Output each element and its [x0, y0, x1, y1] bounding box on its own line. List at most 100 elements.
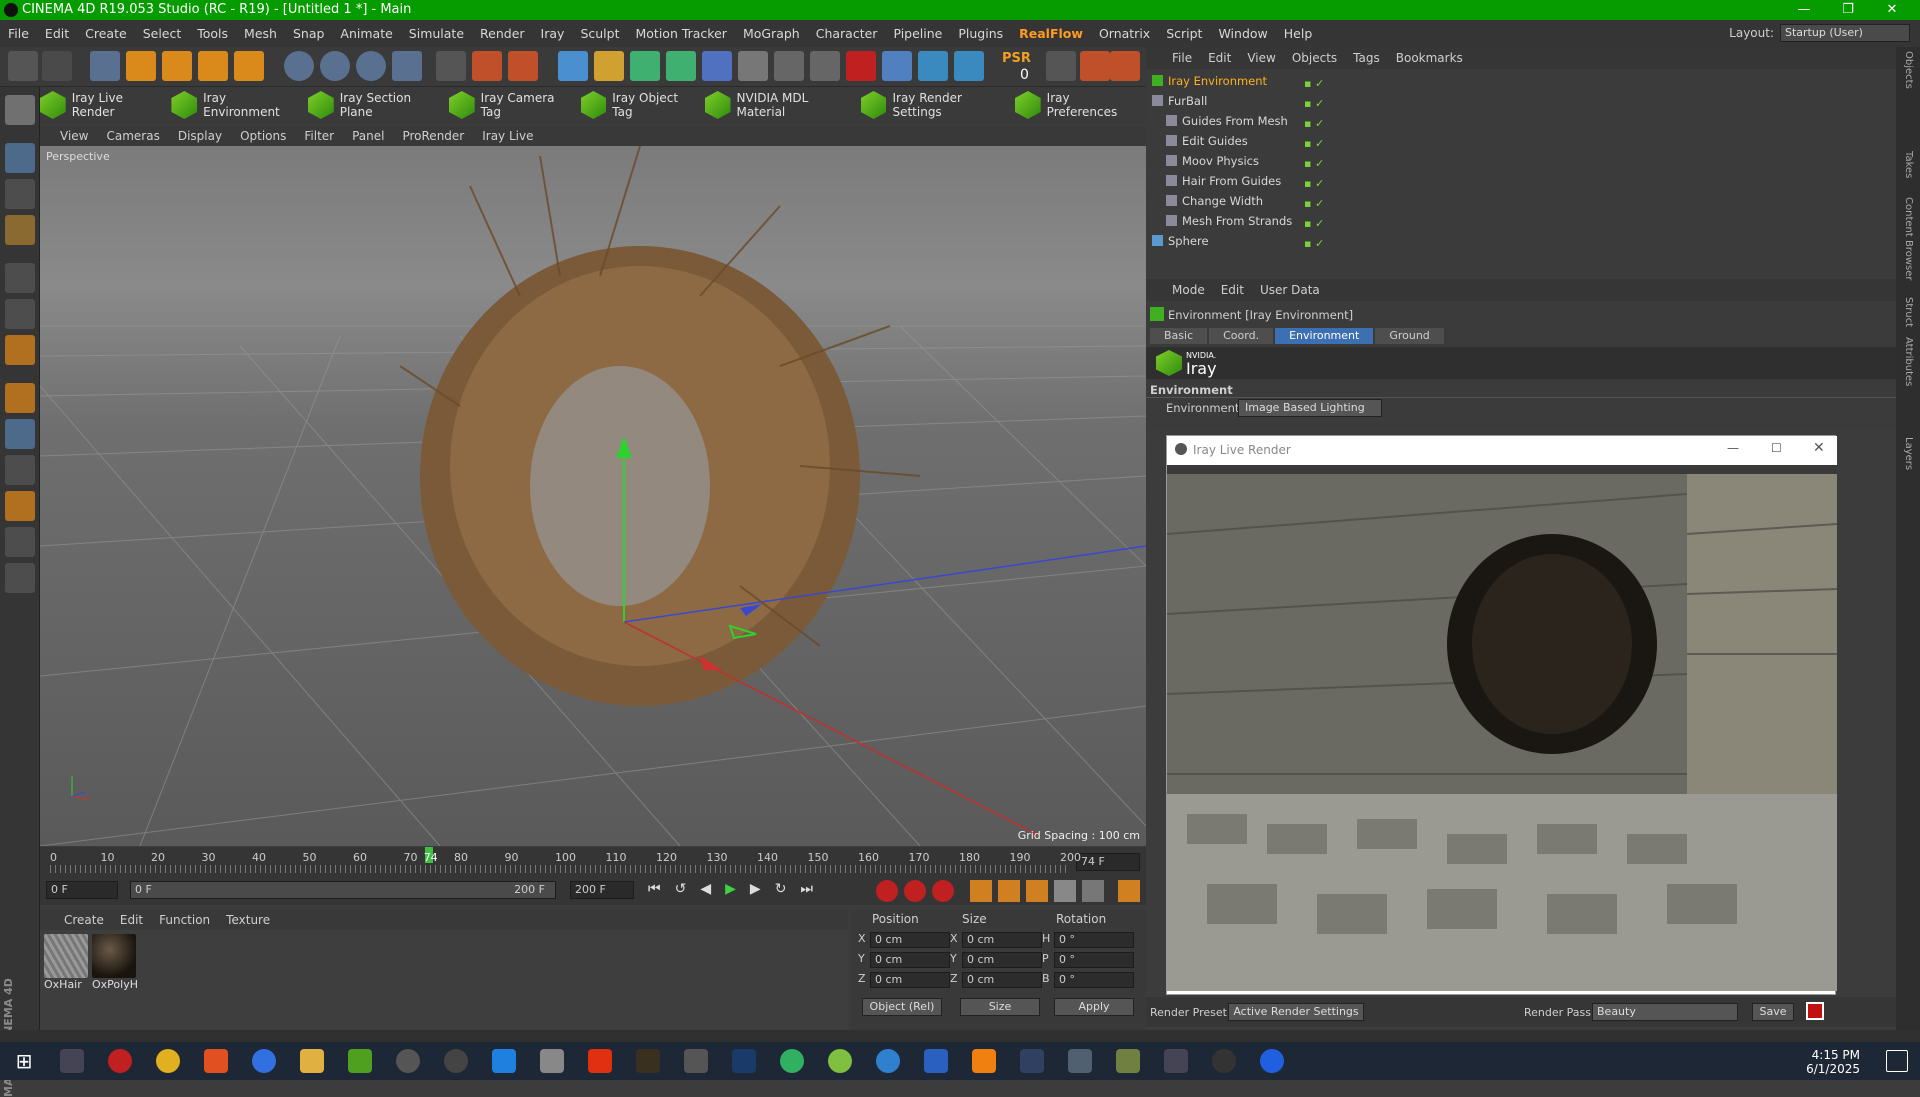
brave-icon[interactable] — [204, 1049, 228, 1073]
menu-realflow[interactable]: RealFlow — [1011, 26, 1091, 41]
menu-render[interactable]: Render — [472, 26, 533, 41]
opera-icon[interactable] — [108, 1049, 132, 1073]
point-level-icon[interactable] — [1082, 880, 1104, 902]
size-field[interactable]: 0 cm — [962, 932, 1042, 948]
deformer-icon[interactable] — [702, 51, 732, 81]
menu-snap[interactable]: Snap — [285, 26, 332, 41]
workplane-icon[interactable] — [5, 215, 35, 245]
move-icon[interactable] — [126, 51, 156, 81]
rotation-key-icon[interactable] — [1026, 880, 1048, 902]
go-to-start-icon[interactable]: ⏮ — [648, 881, 661, 897]
current-frame-field[interactable]: 74 F — [1076, 853, 1140, 871]
green-app-icon[interactable] — [780, 1049, 804, 1073]
points-mode-icon[interactable] — [5, 263, 35, 293]
oxpolyh-material[interactable] — [92, 934, 136, 978]
realflow-icon[interactable] — [846, 51, 876, 81]
texture-mode-icon[interactable] — [5, 179, 35, 209]
next-frame-icon[interactable]: ▶ — [750, 881, 761, 897]
visibility-check-icon[interactable]: ▪ ✓ — [1304, 214, 1340, 230]
right-tab-attributes[interactable]: Attributes — [1903, 337, 1914, 386]
menu-plugins[interactable]: Plugins — [950, 26, 1011, 41]
axis-mode-icon[interactable] — [5, 383, 35, 413]
object-menu-file[interactable]: File — [1172, 51, 1192, 65]
menu-select[interactable]: Select — [135, 26, 190, 41]
viewport-menu-options[interactable]: Options — [240, 129, 286, 143]
scale-icon[interactable] — [162, 51, 192, 81]
render-queue-icon[interactable] — [1080, 51, 1110, 81]
object-menu-tags[interactable]: Tags — [1353, 51, 1380, 65]
ornatrix-tools-icon[interactable] — [954, 51, 984, 81]
live-selection-icon[interactable] — [90, 51, 120, 81]
polygons-mode-icon[interactable] — [5, 335, 35, 365]
size-field[interactable]: 0 cm — [962, 972, 1042, 988]
viewport-menu-prorender[interactable]: ProRender — [402, 129, 464, 143]
recent-tool-icon[interactable] — [234, 51, 264, 81]
qbittorrent-icon[interactable] — [876, 1049, 900, 1073]
rotate-icon[interactable] — [198, 51, 228, 81]
plugin-nvidia-mdl-material-button[interactable]: NVIDIA MDL Material — [704, 91, 851, 119]
menu-mograph[interactable]: MoGraph — [735, 26, 808, 41]
mail-icon[interactable] — [684, 1049, 708, 1073]
viewport-menu-cameras[interactable]: Cameras — [106, 129, 159, 143]
light-icon[interactable] — [810, 51, 840, 81]
viewport-menu-filter[interactable]: Filter — [304, 129, 334, 143]
cinema4d-alt-icon[interactable] — [444, 1049, 468, 1073]
save-button[interactable]: Save — [1752, 1003, 1794, 1021]
object-row-moov-physics[interactable]: Moov Physics ▪ ✓ — [1146, 151, 1896, 171]
layout-dropdown[interactable]: Startup (User) — [1780, 24, 1910, 42]
edges-mode-icon[interactable] — [5, 299, 35, 329]
object-menu-view[interactable]: View — [1247, 51, 1275, 65]
redo-icon[interactable] — [42, 51, 72, 81]
iray-close-button[interactable]: ✕ — [1813, 440, 1825, 456]
subdivision-icon[interactable] — [630, 51, 660, 81]
right-tab-layers[interactable]: Layers — [1903, 437, 1914, 470]
team-render-icon[interactable] — [1110, 51, 1140, 81]
menu-file[interactable]: File — [0, 26, 37, 41]
perspective-viewport[interactable]: Perspective Grid Spacing : 100 cm — [40, 146, 1146, 846]
menu-pipeline[interactable]: Pipeline — [885, 26, 950, 41]
steam-icon[interactable] — [1212, 1049, 1236, 1073]
visibility-check-icon[interactable]: ▪ ✓ — [1304, 94, 1340, 110]
magnet-icon[interactable] — [5, 491, 35, 521]
make-editable-icon[interactable] — [5, 95, 35, 125]
cloud-app-icon[interactable] — [828, 1049, 852, 1073]
menu-simulate[interactable]: Simulate — [401, 26, 472, 41]
minimize-button[interactable]: — — [1784, 0, 1824, 20]
object-row-guides-from-mesh[interactable]: Guides From Mesh ▪ ✓ — [1146, 111, 1896, 131]
pen-icon[interactable] — [594, 51, 624, 81]
firefox-icon[interactable] — [252, 1049, 276, 1073]
tweak-mode-icon[interactable] — [5, 419, 35, 449]
material-menu-function[interactable]: Function — [159, 913, 210, 927]
object-row-change-width[interactable]: Change Width ▪ ✓ — [1146, 191, 1896, 211]
visibility-check-icon[interactable]: ▪ ✓ — [1304, 74, 1340, 90]
rotation-field[interactable]: 0 ° — [1054, 972, 1134, 988]
material-menu-create[interactable]: Create — [64, 913, 104, 927]
viewport-menu-display[interactable]: Display — [178, 129, 222, 143]
record-icon[interactable] — [876, 880, 898, 902]
object-menu-edit[interactable]: Edit — [1208, 51, 1231, 65]
render-pass-dropdown[interactable]: Beauty — [1592, 1003, 1738, 1021]
daz-studio-icon[interactable] — [636, 1049, 660, 1073]
menu-character[interactable]: Character — [808, 26, 886, 41]
photoshop-icon[interactable] — [732, 1049, 756, 1073]
position-field[interactable]: 0 cm — [870, 952, 950, 968]
material-menu-edit[interactable]: Edit — [120, 913, 143, 927]
parameter-key-icon[interactable] — [1054, 880, 1076, 902]
position-key-icon[interactable] — [970, 880, 992, 902]
object-row-hair-from-guides[interactable]: Hair From Guides ▪ ✓ — [1146, 171, 1896, 191]
visibility-check-icon[interactable]: ▪ ✓ — [1304, 174, 1340, 190]
viewport-menu-iray-live[interactable]: Iray Live — [482, 129, 533, 143]
tab-coord[interactable]: Coord. — [1209, 328, 1274, 344]
menu-motion-tracker[interactable]: Motion Tracker — [627, 26, 734, 41]
snap-icon[interactable] — [1046, 51, 1076, 81]
object-menu-bookmarks[interactable]: Bookmarks — [1396, 51, 1463, 65]
object-row-iray-environment[interactable]: Iray Environment ▪ ✓ — [1146, 71, 1896, 91]
solo-icon[interactable] — [5, 455, 35, 485]
font-app-icon[interactable] — [1164, 1049, 1188, 1073]
menu-sculpt[interactable]: Sculpt — [572, 26, 627, 41]
menu-create[interactable]: Create — [77, 26, 135, 41]
tab-environment[interactable]: Environment — [1275, 328, 1374, 344]
viewport-menu-view[interactable]: View — [60, 129, 88, 143]
plugin-iray-section-plane-button[interactable]: Iray Section Plane — [308, 91, 439, 119]
render-view-icon[interactable] — [436, 51, 466, 81]
